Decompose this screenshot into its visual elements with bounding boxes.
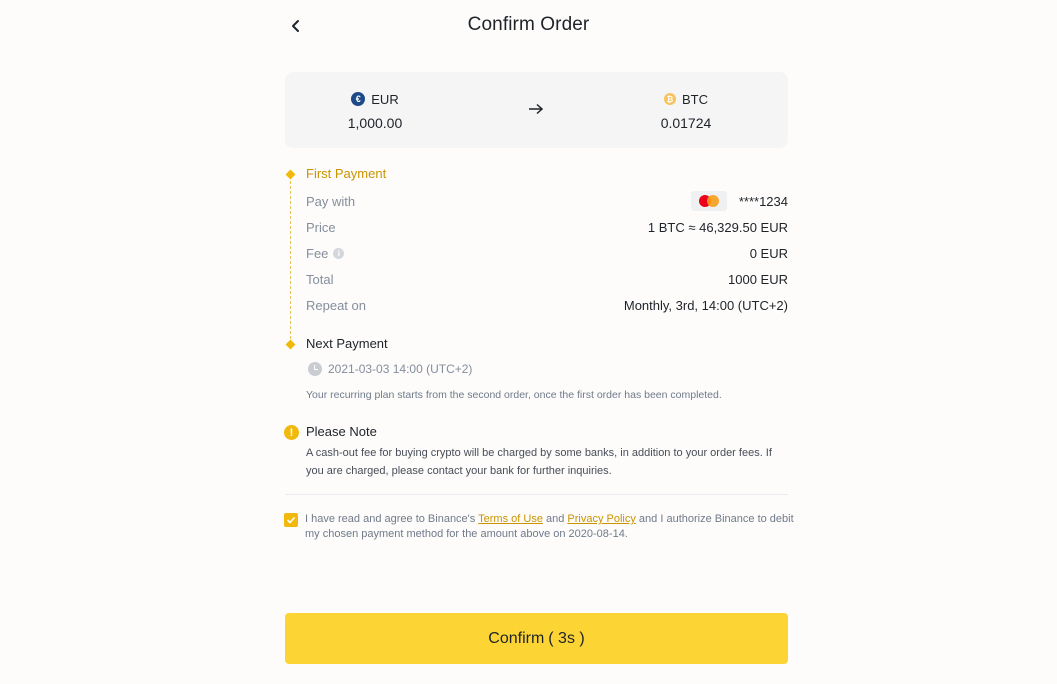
pay-with-row: Pay with ****1234 [306, 191, 788, 211]
checkmark-icon [286, 516, 296, 524]
price-value: 1 BTC ≈ 46,329.50 EUR [647, 219, 788, 235]
arrow-right-icon [529, 103, 544, 115]
first-payment-dot-icon [285, 169, 296, 180]
next-payment-datetime: 2021-03-03 14:00 (UTC+2) [328, 362, 473, 376]
fee-row: Fee i 0 EUR [306, 243, 788, 263]
price-row: Price 1 BTC ≈ 46,329.50 EUR [306, 217, 788, 237]
to-amount: 0.01724 [660, 115, 712, 131]
repeat-row: Repeat on Monthly, 3rd, 14:00 (UTC+2) [306, 295, 788, 315]
next-payment-dot-icon [285, 339, 296, 350]
clock-icon [308, 362, 322, 376]
warning-icon: ! [284, 425, 299, 440]
please-note-title: Please Note [306, 424, 377, 439]
from-currency: € EUR 1,000.00 [305, 90, 445, 132]
fee-value: 0 EUR [749, 245, 788, 261]
pay-with-value: ****1234 [738, 193, 788, 209]
from-currency-name: EUR [371, 91, 399, 107]
please-note-text: A cash-out fee for buying crypto will be… [306, 447, 772, 477]
confirm-order-page: Confirm Order € EUR 1,000.00 ₿ BTC 0.017… [0, 0, 1057, 684]
first-payment-title: First Payment [306, 166, 387, 181]
agreement-text: I have read and agree to Binance's Terms… [305, 513, 794, 540]
repeat-label: Repeat on [306, 297, 366, 313]
euro-coin-icon: € [351, 92, 366, 106]
info-icon[interactable]: i [333, 247, 345, 259]
to-currency-name: BTC [682, 91, 708, 107]
repeat-value: Monthly, 3rd, 14:00 (UTC+2) [623, 297, 788, 313]
price-label: Price [306, 219, 336, 235]
confirm-button[interactable]: Confirm ( 3s ) [285, 613, 788, 664]
terms-of-use-link[interactable]: Terms of Use [478, 513, 543, 525]
timeline-line [290, 176, 291, 344]
divider [285, 494, 788, 495]
total-value: 1000 EUR [728, 271, 788, 287]
fee-label: Fee [306, 245, 329, 261]
agreement-checkbox[interactable] [284, 513, 298, 527]
next-payment-title: Next Payment [306, 336, 388, 351]
privacy-policy-link[interactable]: Privacy Policy [567, 513, 635, 525]
total-row: Total 1000 EUR [306, 269, 788, 289]
pay-with-label: Pay with [306, 193, 356, 209]
confirm-label: Confirm [488, 629, 545, 647]
next-payment-note: Your recurring plan starts from the seco… [306, 389, 722, 401]
to-currency: ₿ BTC 0.01724 [616, 90, 756, 132]
bitcoin-coin-icon: ₿ [664, 93, 676, 105]
confirm-countdown: ( 3s ) [548, 629, 585, 647]
next-payment-time: 2021-03-03 14:00 (UTC+2) [308, 362, 472, 376]
conversion-card: € EUR 1,000.00 ₿ BTC 0.01724 [285, 72, 788, 148]
total-label: Total [306, 271, 334, 287]
mastercard-icon [690, 191, 727, 211]
from-amount: 1,000.00 [347, 115, 403, 131]
page-title: Confirm Order [467, 14, 590, 35]
